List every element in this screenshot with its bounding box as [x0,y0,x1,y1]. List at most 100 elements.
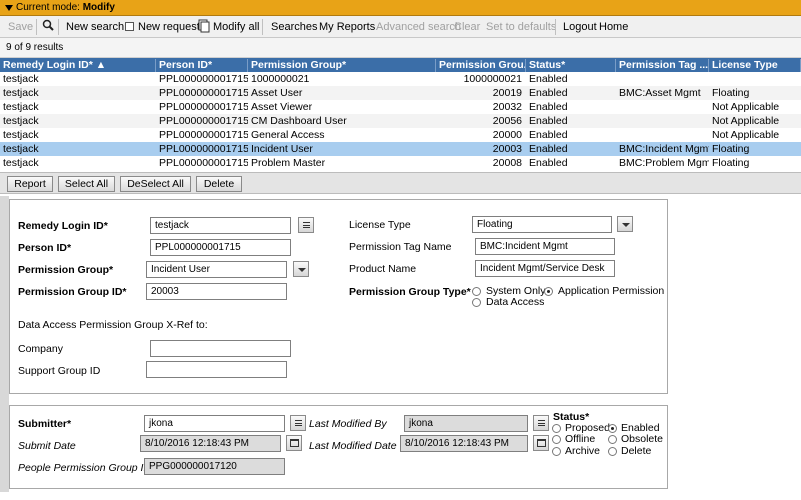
permission-group-dropdown-button[interactable] [293,261,309,277]
delete-button[interactable]: Delete [196,176,242,192]
submitter-label: Submitter* [18,418,72,430]
person-id-field[interactable]: PPL000000001715 [150,239,291,256]
clear-button[interactable]: Clear [454,21,480,33]
company-label: Company [18,343,63,355]
radio-application-permission-label: Application Permission [558,285,665,297]
table-row[interactable]: testjack PPL000000001715 1000000021 1000000… [0,72,801,86]
cell-permission-group: Asset Viewer [251,101,313,113]
list-icon [303,222,310,228]
radio-status-delete[interactable] [608,447,617,456]
cell-permission-group: Asset User [251,87,303,99]
cell-permission-group: Problem Master [251,157,326,169]
cell-status: Enabled [529,73,568,85]
collapse-triangle-icon[interactable] [5,5,13,11]
product-name-label: Product Name [349,263,417,275]
table-row[interactable]: testjack PPL000000001715 CM Dashboard User… [0,114,801,128]
support-group-id-field[interactable] [146,361,287,378]
cell-license-type: Floating [712,157,750,169]
company-field[interactable] [150,340,291,357]
cell-status: Enabled [529,101,568,113]
radio-status-offline[interactable] [552,435,561,444]
permission-group-id-label: Permission Group ID* [18,286,127,298]
modify-all-button[interactable]: Modify all [213,21,259,33]
remedy-login-id-label: Remedy Login ID* [18,220,108,232]
modify-all-icon[interactable] [198,19,210,36]
table-header: Remedy Login ID* ▲ Person ID* Permission… [0,58,801,72]
xref-label: Data Access Permission Group X-Ref to: [18,319,208,331]
column-header-person-id[interactable]: Person ID* [156,59,248,72]
radio-status-obsolete[interactable] [608,435,617,444]
table-row[interactable]: testjack PPL000000001715 Incident User 2000… [0,142,801,156]
cell-permission-tag: BMC:Problem Mgmt [619,157,709,169]
radio-status-enabled[interactable] [608,424,617,433]
last-modified-date-label: Last Modified Date [309,440,397,452]
advanced-search-button[interactable]: Advanced search [376,21,461,33]
table-row[interactable]: testjack PPL000000001715 Problem Master 200… [0,156,801,170]
table-row[interactable]: testjack PPL000000001715 General Access 200… [0,128,801,142]
column-header-license-type[interactable]: License Type [709,59,801,72]
login-lookup-button[interactable] [298,217,314,233]
table-row[interactable]: testjack PPL000000001715 Asset User 20019 En… [0,86,801,100]
table-row[interactable]: testjack PPL000000001715 Asset Viewer 20032… [0,100,801,114]
permission-group-select[interactable]: Incident User [146,261,287,278]
my-reports-button[interactable]: My Reports [319,21,375,33]
cell-permission-group-id: 20008 [492,157,522,169]
deselect-all-button[interactable]: DeSelect All [120,176,191,192]
last-modified-by-lookup-button[interactable] [533,415,549,431]
chevron-down-icon [298,268,306,272]
column-header-permission-tag[interactable]: Permission Tag ... [616,59,709,72]
new-request-button[interactable]: New request [125,21,200,33]
support-group-id-label: Support Group ID [18,365,101,377]
results-table: Remedy Login ID* ▲ Person ID* Permission… [0,58,801,172]
product-name-field[interactable]: Incident Mgmt/Service Desk [475,260,615,277]
permission-group-id-field[interactable]: 20003 [146,283,287,300]
set-to-defaults-button[interactable]: Set to defaults [486,21,556,33]
cell-status: Enabled [529,129,568,141]
home-button[interactable]: Home [599,21,628,33]
column-header-permission-group-id[interactable]: Permission Grou... [436,59,526,72]
permission-details-panel: Remedy Login ID* testjack Person ID* PPL… [9,199,668,394]
submitter-lookup-button[interactable] [290,415,306,431]
radio-data-access[interactable] [472,298,481,307]
permission-tag-name-label: Permission Tag Name [349,241,452,253]
radio-status-archive[interactable] [552,447,561,456]
list-icon [295,420,302,426]
cell-person-id: PPL000000001715 [159,101,248,113]
cell-login-id: testjack [3,157,39,169]
cell-person-id: PPL000000001715 [159,73,248,85]
column-header-status[interactable]: Status* [526,59,616,72]
radio-status-proposed[interactable] [552,424,561,433]
remedy-login-id-field[interactable]: testjack [150,217,291,234]
submitter-field[interactable]: jkona [144,415,285,432]
license-type-dropdown-button[interactable] [617,216,633,232]
cell-status: Enabled [529,157,568,169]
cell-status: Enabled [529,87,568,99]
mode-bar: Current mode: Modify [0,0,801,16]
search-icon[interactable] [42,19,54,34]
save-button[interactable]: Save [8,21,33,33]
searches-button[interactable]: Searches [271,21,317,33]
license-type-select[interactable]: Floating [472,216,612,233]
last-modified-by-field: jkona [404,415,528,432]
new-search-button[interactable]: New search [66,21,124,33]
cell-login-id: testjack [3,87,39,99]
radio-status-delete-label: Delete [621,445,652,457]
cell-login-id: testjack [3,143,39,155]
submit-date-calendar-button[interactable] [286,435,302,451]
column-header-login-id[interactable]: Remedy Login ID* ▲ [0,59,156,72]
column-header-permission-group[interactable]: Permission Group* [248,59,436,72]
license-type-label: License Type [349,219,411,231]
report-button[interactable]: Report [7,176,53,192]
select-all-button[interactable]: Select All [58,176,115,192]
toolbar: Save New search New request Modify all S… [0,16,801,38]
cell-person-id: PPL000000001715 [159,157,248,169]
last-modified-date-calendar-button[interactable] [533,435,549,451]
radio-system-only[interactable] [472,287,481,296]
cell-permission-group-id: 20019 [492,87,522,99]
submit-date-label: Submit Date [18,440,76,452]
cell-permission-group-id: 20056 [492,115,522,127]
radio-status-archive-label: Archive [565,445,601,457]
logout-button[interactable]: Logout [563,21,597,33]
radio-application-permission[interactable] [544,287,553,296]
permission-tag-name-field[interactable]: BMC:Incident Mgmt [475,238,615,255]
